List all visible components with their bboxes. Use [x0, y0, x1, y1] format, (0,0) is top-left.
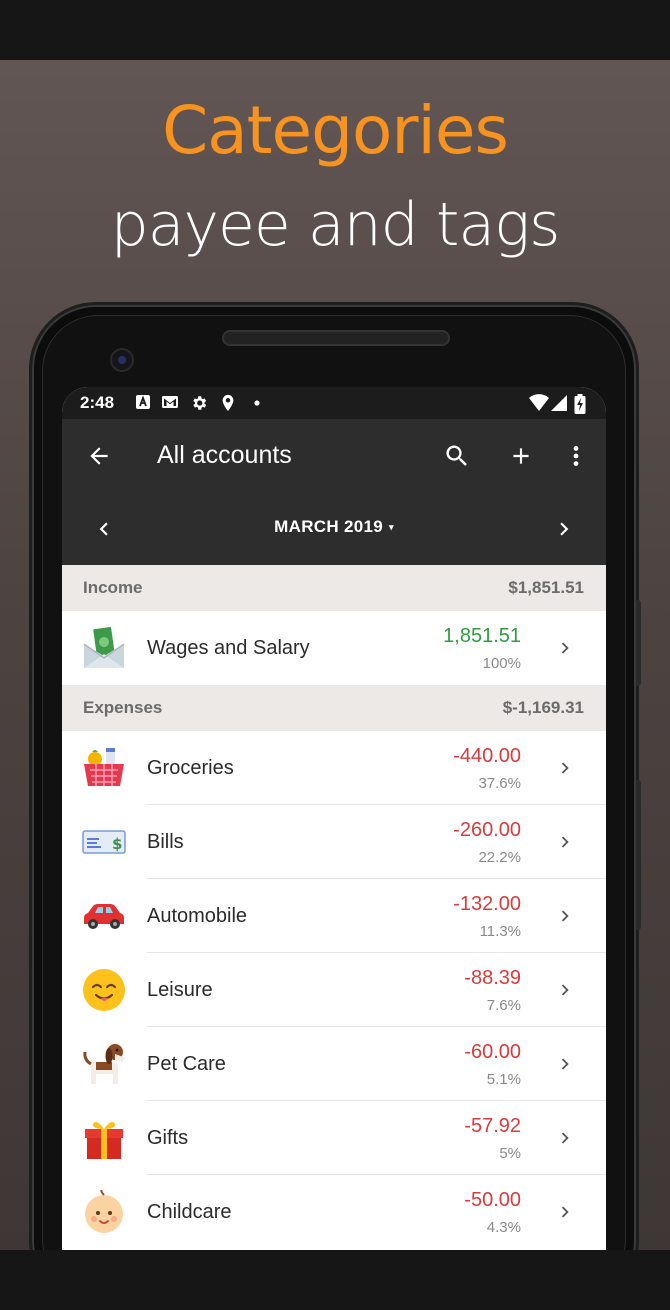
category-amount: -440.00: [453, 745, 521, 767]
next-month-button[interactable]: [544, 509, 584, 549]
month-navigation: MARCH 2019 ▾: [62, 493, 606, 565]
location-icon: [219, 394, 237, 412]
category-percent: 37.6%: [478, 775, 521, 792]
top-black-band: [0, 0, 670, 60]
chevron-right-icon: [561, 984, 569, 996]
gmail-icon: [161, 394, 179, 412]
expenses-total: $-1,169.31: [502, 698, 584, 717]
chevron-right-icon: [560, 522, 569, 536]
add-icon: [513, 448, 529, 464]
category-amount: -60.00: [464, 1041, 521, 1063]
category-amount: 1,851.51: [443, 625, 521, 647]
more-options-button[interactable]: [556, 436, 596, 476]
category-amount: -50.00: [464, 1189, 521, 1211]
category-row-bills[interactable]: $ Bills -260.00 22.2%: [62, 805, 606, 879]
a-notification-icon: [134, 394, 152, 412]
category-name: Bills: [147, 831, 184, 853]
category-row-groceries[interactable]: Groceries -440.00 37.6%: [62, 731, 606, 805]
chevron-right-icon: [561, 1206, 569, 1218]
chevron-right-icon: [561, 836, 569, 848]
category-row-automobile[interactable]: Automobile -132.00 11.3%: [62, 879, 606, 953]
dropdown-caret-icon: ▾: [388, 522, 394, 533]
category-percent: 4.3%: [486, 1219, 521, 1236]
phone-speaker: [222, 330, 450, 346]
category-percent: 7.6%: [486, 997, 521, 1014]
category-amount: -88.39: [464, 967, 521, 989]
category-row-pet-care[interactable]: Pet Care -60.00 5.1%: [62, 1027, 606, 1101]
dog-icon: [82, 1042, 126, 1086]
income-section-header: Income $1,851.51: [62, 565, 606, 611]
grocery-basket-icon: [82, 746, 126, 790]
category-amount: -260.00: [453, 819, 521, 841]
chevron-right-icon: [561, 1132, 569, 1144]
phone-power-button: [636, 600, 641, 686]
expenses-header-label: Expenses: [83, 698, 163, 717]
smiling-face-icon: [82, 968, 126, 1012]
category-row-leisure[interactable]: Leisure -88.39 7.6%: [62, 953, 606, 1027]
phone-camera: [110, 348, 134, 372]
signal-icon: [550, 394, 568, 412]
category-name: Groceries: [147, 757, 234, 779]
settings-icon: [190, 394, 208, 412]
category-row-wages-and-salary[interactable]: Wages and Salary 1,851.51 100%: [62, 611, 606, 685]
svg-text:$: $: [112, 835, 122, 853]
category-name: Automobile: [147, 905, 248, 927]
more-vert-icon: [573, 446, 579, 466]
category-name: Gifts: [147, 1127, 189, 1149]
battery-charging-icon: [573, 394, 587, 414]
chevron-right-icon: [561, 762, 569, 774]
page-title: All accounts: [157, 441, 292, 469]
promo-headline: Categories: [162, 92, 509, 169]
money-envelope-icon: [82, 626, 126, 670]
app-bar: All accounts: [62, 419, 606, 493]
back-button[interactable]: [79, 436, 119, 476]
baby-icon: [82, 1188, 126, 1234]
category-row-gifts[interactable]: Gifts -57.92 5%: [62, 1101, 606, 1175]
arrow-left-icon: [90, 447, 108, 465]
car-icon: [82, 894, 126, 938]
category-percent: 5.1%: [486, 1071, 521, 1088]
category-percent: 22.2%: [478, 849, 521, 866]
add-button[interactable]: [501, 436, 541, 476]
category-amount: -132.00: [453, 893, 521, 915]
income-total: $1,851.51: [508, 578, 584, 597]
category-amount: -57.92: [464, 1115, 521, 1137]
app-screen: 2:48 All accounts MARCH 2019 ▾ Income $1…: [62, 387, 606, 1250]
status-time: 2:48: [80, 393, 115, 412]
chevron-right-icon: [561, 642, 569, 654]
category-name: Wages and Salary: [147, 637, 310, 659]
chevron-right-icon: [561, 910, 569, 922]
dot-icon: [248, 394, 266, 412]
month-selector[interactable]: MARCH 2019 ▾: [62, 517, 606, 537]
category-row-childcare[interactable]: Childcare -50.00 4.3%: [62, 1175, 606, 1249]
category-percent: 11.3%: [479, 923, 521, 940]
chevron-right-icon: [561, 1058, 569, 1070]
income-header-label: Income: [83, 578, 143, 597]
category-percent: 5%: [499, 1145, 521, 1162]
status-bar: 2:48: [62, 387, 606, 419]
category-percent: 100%: [482, 655, 521, 672]
check-bill-icon: $: [82, 820, 126, 864]
month-label: MARCH 2019: [274, 517, 383, 536]
search-icon: [446, 445, 467, 466]
category-name: Pet Care: [147, 1053, 226, 1075]
phone-volume-button: [636, 780, 641, 930]
category-name: Leisure: [147, 979, 213, 1001]
category-name: Childcare: [147, 1201, 232, 1223]
search-button[interactable]: [437, 436, 477, 476]
promo-subline: payee and tags: [110, 190, 561, 260]
expenses-section-header: Expenses $-1,169.31: [62, 685, 606, 731]
gift-icon: [82, 1116, 126, 1160]
bottom-black-band: [0, 1250, 670, 1310]
wifi-icon: [527, 394, 551, 412]
